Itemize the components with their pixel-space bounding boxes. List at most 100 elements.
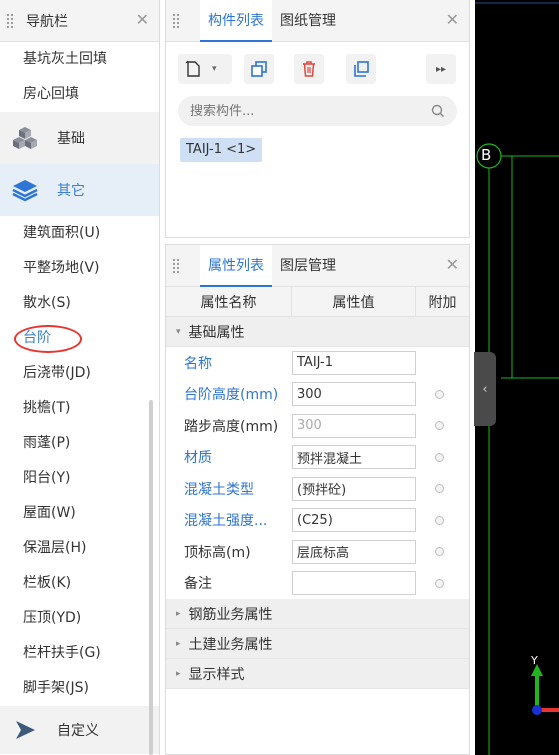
property-name: 顶标高(m) (184, 544, 251, 561)
property-row-concrete-type: 混凝土类型 (166, 473, 469, 505)
attach-checkbox[interactable] (435, 515, 444, 525)
caret-right-icon: ▸ (176, 638, 181, 649)
caret-right-icon: ▸ (176, 608, 181, 619)
column-header-name: 属性名称 (166, 287, 292, 316)
nav-item-apron[interactable]: 散水(S) (0, 286, 159, 321)
attach-checkbox[interactable] (435, 547, 444, 557)
nav-item-pit-backfill[interactable]: 基坑灰土回填 (0, 42, 159, 77)
delete-button[interactable] (294, 54, 324, 84)
property-name: 混凝土类型 (184, 481, 254, 498)
layers-icon (11, 176, 39, 204)
attach-checkbox[interactable] (435, 578, 444, 588)
nav-item-canopy[interactable]: 雨蓬(P) (0, 426, 159, 461)
y-axis-label: Y (531, 654, 538, 667)
caret-right-icon: ▸ (176, 668, 181, 679)
attach-checkbox[interactable] (435, 421, 444, 431)
section-label: 钢筋业务属性 (188, 606, 273, 623)
property-row-material: 材质 (166, 442, 469, 474)
property-value-input[interactable] (292, 413, 416, 438)
drag-handle-icon[interactable] (6, 12, 14, 29)
nav-item-parapet[interactable]: 栏板(K) (0, 566, 159, 601)
nav-group-label: 基础 (57, 131, 85, 147)
more-button[interactable]: ▸▸ (426, 54, 456, 84)
section-basic-properties[interactable]: ▾ 基础属性 (166, 317, 469, 347)
double-arrow-right-icon: ▸▸ (435, 63, 447, 75)
attach-checkbox[interactable] (435, 389, 444, 399)
property-row-tread-height: 踏步高度(mm) (166, 410, 469, 442)
close-icon[interactable]: ✕ (446, 11, 459, 29)
tab-drawing-management[interactable]: 图纸管理 (272, 0, 344, 42)
nav-group-custom[interactable]: 自定义 (0, 706, 159, 754)
section-label: 显示样式 (188, 666, 245, 683)
attach-checkbox[interactable] (435, 452, 444, 462)
nav-group-foundation[interactable]: 基础 (0, 112, 159, 164)
nav-item-post-pour-strip[interactable]: 后浇带(JD) (0, 356, 159, 391)
search-input[interactable] (190, 103, 431, 119)
property-value-input[interactable] (292, 445, 416, 470)
copy-button[interactable] (244, 54, 274, 84)
nav-item-steps[interactable]: 台阶 (0, 321, 159, 356)
tab-component-list[interactable]: 构件列表 (200, 0, 272, 42)
close-icon[interactable]: ✕ (446, 256, 459, 274)
column-header-value: 属性值 (292, 287, 416, 316)
tab-property-list[interactable]: 属性列表 (200, 244, 272, 287)
nav-item-balcony[interactable]: 阳台(Y) (0, 461, 159, 496)
new-file-icon (185, 60, 200, 77)
nav-header: 导航栏 ✕ (0, 0, 159, 42)
property-row-top-elevation: 顶标高(m) (166, 536, 469, 568)
column-header-extra: 附加 (428, 294, 457, 311)
property-row-step-height: 台阶高度(mm) (166, 379, 469, 411)
component-tabbar: 构件列表 图纸管理 ✕ (166, 0, 469, 42)
component-list-panel: 构件列表 图纸管理 ✕ ▾ ▸▸ 搜索构件... TAIJ-1 <1> (165, 0, 470, 238)
property-name: 混凝土强度... (184, 513, 268, 530)
attach-checkbox[interactable] (435, 484, 444, 494)
nav-item-room-backfill[interactable]: 房心回填 (0, 77, 159, 112)
component-toolbar: ▾ ▸▸ (166, 42, 469, 88)
trash-icon (303, 61, 315, 77)
nav-item-site-leveling[interactable]: 平整场地(V) (0, 251, 159, 286)
property-panel: 属性列表 图层管理 ✕ 属性名称 属性值 附加 ▾ 基础属性 名称 台阶高度(m… (165, 244, 470, 755)
property-value-input[interactable] (292, 476, 416, 501)
highlight-annotation (14, 325, 82, 353)
property-value-input[interactable] (292, 508, 416, 533)
nav-group-label: 其它 (57, 183, 85, 199)
tab-layer-management[interactable]: 图层管理 (272, 245, 344, 287)
close-icon[interactable]: ✕ (136, 11, 149, 29)
cubes-icon (11, 124, 39, 152)
duplicate-button[interactable] (346, 54, 376, 84)
property-row-concrete-strength: 混凝土强度... (166, 505, 469, 537)
nav-item-building-area[interactable]: 建筑面积(U) (0, 216, 159, 251)
dropdown-arrow-icon[interactable]: ▾ (212, 64, 217, 74)
property-value-input[interactable] (292, 571, 416, 596)
section-rebar-properties[interactable]: ▸ 钢筋业务属性 (166, 599, 469, 629)
drag-handle-icon[interactable] (172, 12, 180, 29)
section-civil-properties[interactable]: ▸ 土建业务属性 (166, 629, 469, 659)
nav-group-label: 自定义 (57, 723, 99, 739)
property-name: 备注 (184, 576, 212, 593)
section-label: 基础属性 (188, 324, 245, 341)
property-value-input[interactable] (292, 382, 416, 407)
property-value-input[interactable] (292, 350, 416, 375)
nav-item-railing[interactable]: 栏杆扶手(G) (0, 636, 159, 671)
property-value-input[interactable] (292, 539, 416, 564)
nav-item-insulation[interactable]: 保温层(H) (0, 531, 159, 566)
nav-item-coping[interactable]: 压顶(YD) (0, 601, 159, 636)
nav-scrollbar[interactable] (149, 400, 153, 755)
section-label: 土建业务属性 (188, 636, 273, 653)
new-component-button[interactable]: ▾ (178, 54, 232, 84)
play-triangle-icon (11, 716, 39, 744)
nav-item-roof[interactable]: 屋面(W) (0, 496, 159, 531)
drag-handle-icon[interactable] (172, 257, 180, 274)
nav-item-scaffold[interactable]: 脚手架(JS) (0, 671, 159, 706)
nav-item-cornice[interactable]: 挑檐(T) (0, 391, 159, 426)
nav-title: 导航栏 (26, 13, 68, 30)
collapse-panel-button[interactable]: ‹ (474, 352, 496, 426)
nav-group-other[interactable]: 其它 (0, 164, 159, 216)
search-icon[interactable] (431, 104, 445, 118)
property-name: 名称 (184, 355, 212, 372)
navigation-panel: 导航栏 ✕ 基坑灰土回填 房心回填 基础 其它 建筑面积(U) 平整场地(V) … (0, 0, 160, 755)
section-display-style[interactable]: ▸ 显示样式 (166, 659, 469, 689)
property-name: 台阶高度(mm) (184, 387, 279, 404)
caret-down-icon: ▾ (176, 326, 181, 337)
component-item[interactable]: TAIJ-1 <1> (180, 138, 263, 162)
